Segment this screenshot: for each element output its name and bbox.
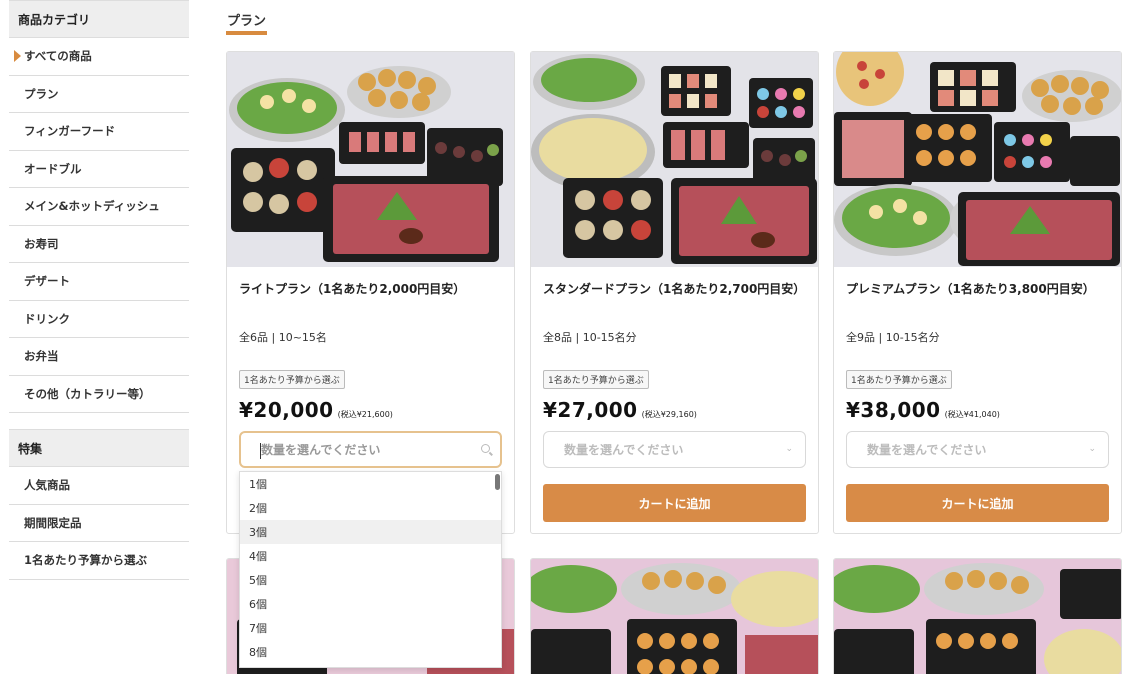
sidebar-item-main-hot-dish[interactable]: メイン&ホットディッシュ <box>9 188 189 226</box>
quantity-select[interactable]: 数量を選んでください <box>239 431 502 468</box>
quantity-select[interactable]: 数量を選んでください ⌄ <box>846 431 1109 468</box>
sidebar-item-label: フィンガーフード <box>24 124 116 139</box>
product-name[interactable]: ライトプラン（1名あたり2,000円目安） <box>239 280 465 297</box>
section-title-underline <box>226 31 267 35</box>
category-heading: 商品カテゴリ <box>9 0 189 38</box>
price-value: ¥20,000 <box>239 398 334 422</box>
sidebar-item-sushi[interactable]: お寿司 <box>9 226 189 263</box>
sidebar-item-label: 1名あたり予算から選ぶ <box>24 553 148 568</box>
product-meta: 全9品 | 10-15名分 <box>846 331 940 344</box>
sidebar-item-label: その他（カトラリー等） <box>24 386 151 401</box>
sidebar-item-drink[interactable]: ドリンク <box>9 301 189 338</box>
price-value: ¥27,000 <box>543 398 638 422</box>
product-name[interactable]: スタンダードプラン（1名あたり2,700円目安） <box>543 280 805 297</box>
sidebar-item-label: お寿司 <box>24 236 59 251</box>
food-platter-photo-icon <box>531 559 818 674</box>
product-meta: 全8品 | 10-15名分 <box>543 331 637 344</box>
quantity-option[interactable]: 5個 <box>240 568 501 592</box>
quantity-select-placeholder: 数量を選んでください <box>867 443 987 457</box>
sidebar-item-all-products[interactable]: すべての商品 <box>9 38 189 76</box>
sidebar-item-label: デザート <box>24 274 70 289</box>
chevron-down-icon: ⌄ <box>785 444 793 454</box>
sidebar-item-limited[interactable]: 期間限定品 <box>9 505 189 542</box>
special-heading: 特集 <box>9 429 189 467</box>
product-card: ライトプラン（1名あたり2,000円目安） 全6品 | 10~15名 1名あたり… <box>226 51 515 534</box>
quantity-select[interactable]: 数量を選んでください ⌄ <box>543 431 806 468</box>
quantity-option[interactable]: 2個 <box>240 496 501 520</box>
sidebar-item-label: オードブル <box>24 161 82 176</box>
tax-included-price: (税込¥29,160) <box>641 410 697 419</box>
food-platter-photo-icon <box>834 559 1121 674</box>
sidebar-item-dessert[interactable]: デザート <box>9 263 189 301</box>
product-photo[interactable] <box>227 52 514 267</box>
quantity-option[interactable]: 8個 <box>240 640 501 664</box>
quantity-option[interactable]: 4個 <box>240 544 501 568</box>
quantity-option[interactable]: 7個 <box>240 616 501 640</box>
sidebar-item-label: 人気商品 <box>24 478 70 493</box>
product-photo[interactable] <box>834 52 1121 267</box>
sidebar-item-other[interactable]: その他（カトラリー等） <box>9 376 189 413</box>
section-title: プラン <box>227 14 267 29</box>
sidebar-item-label: プラン <box>24 86 59 101</box>
sidebar-item-hors-doeuvre[interactable]: オードブル <box>9 151 189 188</box>
product-meta: 全6品 | 10~15名 <box>239 331 327 344</box>
sidebar-item-budget[interactable]: 1名あたり予算から選ぶ <box>9 542 189 580</box>
product-price: ¥27,000 (税込¥29,160) <box>543 398 697 422</box>
tax-included-price: (税込¥41,040) <box>944 410 1000 419</box>
sidebar: 商品カテゴリ すべての商品 プラン フィンガーフード オードブル メイン&ホット… <box>9 0 189 580</box>
product-tag[interactable]: 1名あたり予算から選ぶ <box>846 370 952 389</box>
active-arrow-icon <box>14 50 21 63</box>
sidebar-item-plan[interactable]: プラン <box>9 76 189 113</box>
sidebar-item-popular[interactable]: 人気商品 <box>9 467 189 505</box>
quantity-option[interactable]: 1個 <box>240 472 501 496</box>
food-platter-photo-icon <box>834 52 1121 267</box>
quantity-select-placeholder: 数量を選んでください <box>564 443 684 457</box>
dropdown-scrollbar[interactable] <box>495 474 500 490</box>
sidebar-item-label: すべての商品 <box>24 49 92 64</box>
tax-included-price: (税込¥21,600) <box>337 410 393 419</box>
quantity-select-placeholder: 数量を選んでください <box>261 443 381 457</box>
food-platter-photo-icon <box>531 52 818 267</box>
product-tag[interactable]: 1名あたり予算から選ぶ <box>543 370 649 389</box>
sidebar-item-label: ドリンク <box>24 311 70 326</box>
sidebar-item-bento[interactable]: お弁当 <box>9 338 189 376</box>
sidebar-item-label: 期間限定品 <box>24 515 82 530</box>
product-tag[interactable]: 1名あたり予算から選ぶ <box>239 370 345 389</box>
product-price: ¥38,000 (税込¥41,040) <box>846 398 1000 422</box>
product-card-partial[interactable] <box>833 558 1122 674</box>
chevron-down-icon: ⌄ <box>1088 444 1096 454</box>
product-card: スタンダードプラン（1名あたり2,700円目安） 全8品 | 10-15名分 1… <box>530 51 819 534</box>
product-card: プレミアムプラン（1名あたり3,800円目安） 全9品 | 10-15名分 1名… <box>833 51 1122 534</box>
quantity-option-highlighted[interactable]: 3個 <box>240 520 501 544</box>
text-caret <box>260 443 261 459</box>
sidebar-item-label: お弁当 <box>24 349 59 364</box>
quantity-option[interactable]: 6個 <box>240 592 501 616</box>
product-photo[interactable] <box>531 52 818 267</box>
food-platter-photo-icon <box>227 52 514 267</box>
sidebar-item-finger-food[interactable]: フィンガーフード <box>9 113 189 151</box>
product-name[interactable]: プレミアムプラン（1名あたり3,800円目安） <box>846 280 1095 297</box>
search-icon <box>481 444 490 453</box>
quantity-dropdown: 1個 2個 3個 4個 5個 6個 7個 8個 <box>239 471 502 668</box>
add-to-cart-button[interactable]: カートに追加 <box>846 484 1109 522</box>
product-price: ¥20,000 (税込¥21,600) <box>239 398 393 422</box>
price-value: ¥38,000 <box>846 398 941 422</box>
add-to-cart-button[interactable]: カートに追加 <box>543 484 806 522</box>
sidebar-item-label: メイン&ホットディッシュ <box>24 199 160 214</box>
product-card-partial[interactable] <box>530 558 819 674</box>
